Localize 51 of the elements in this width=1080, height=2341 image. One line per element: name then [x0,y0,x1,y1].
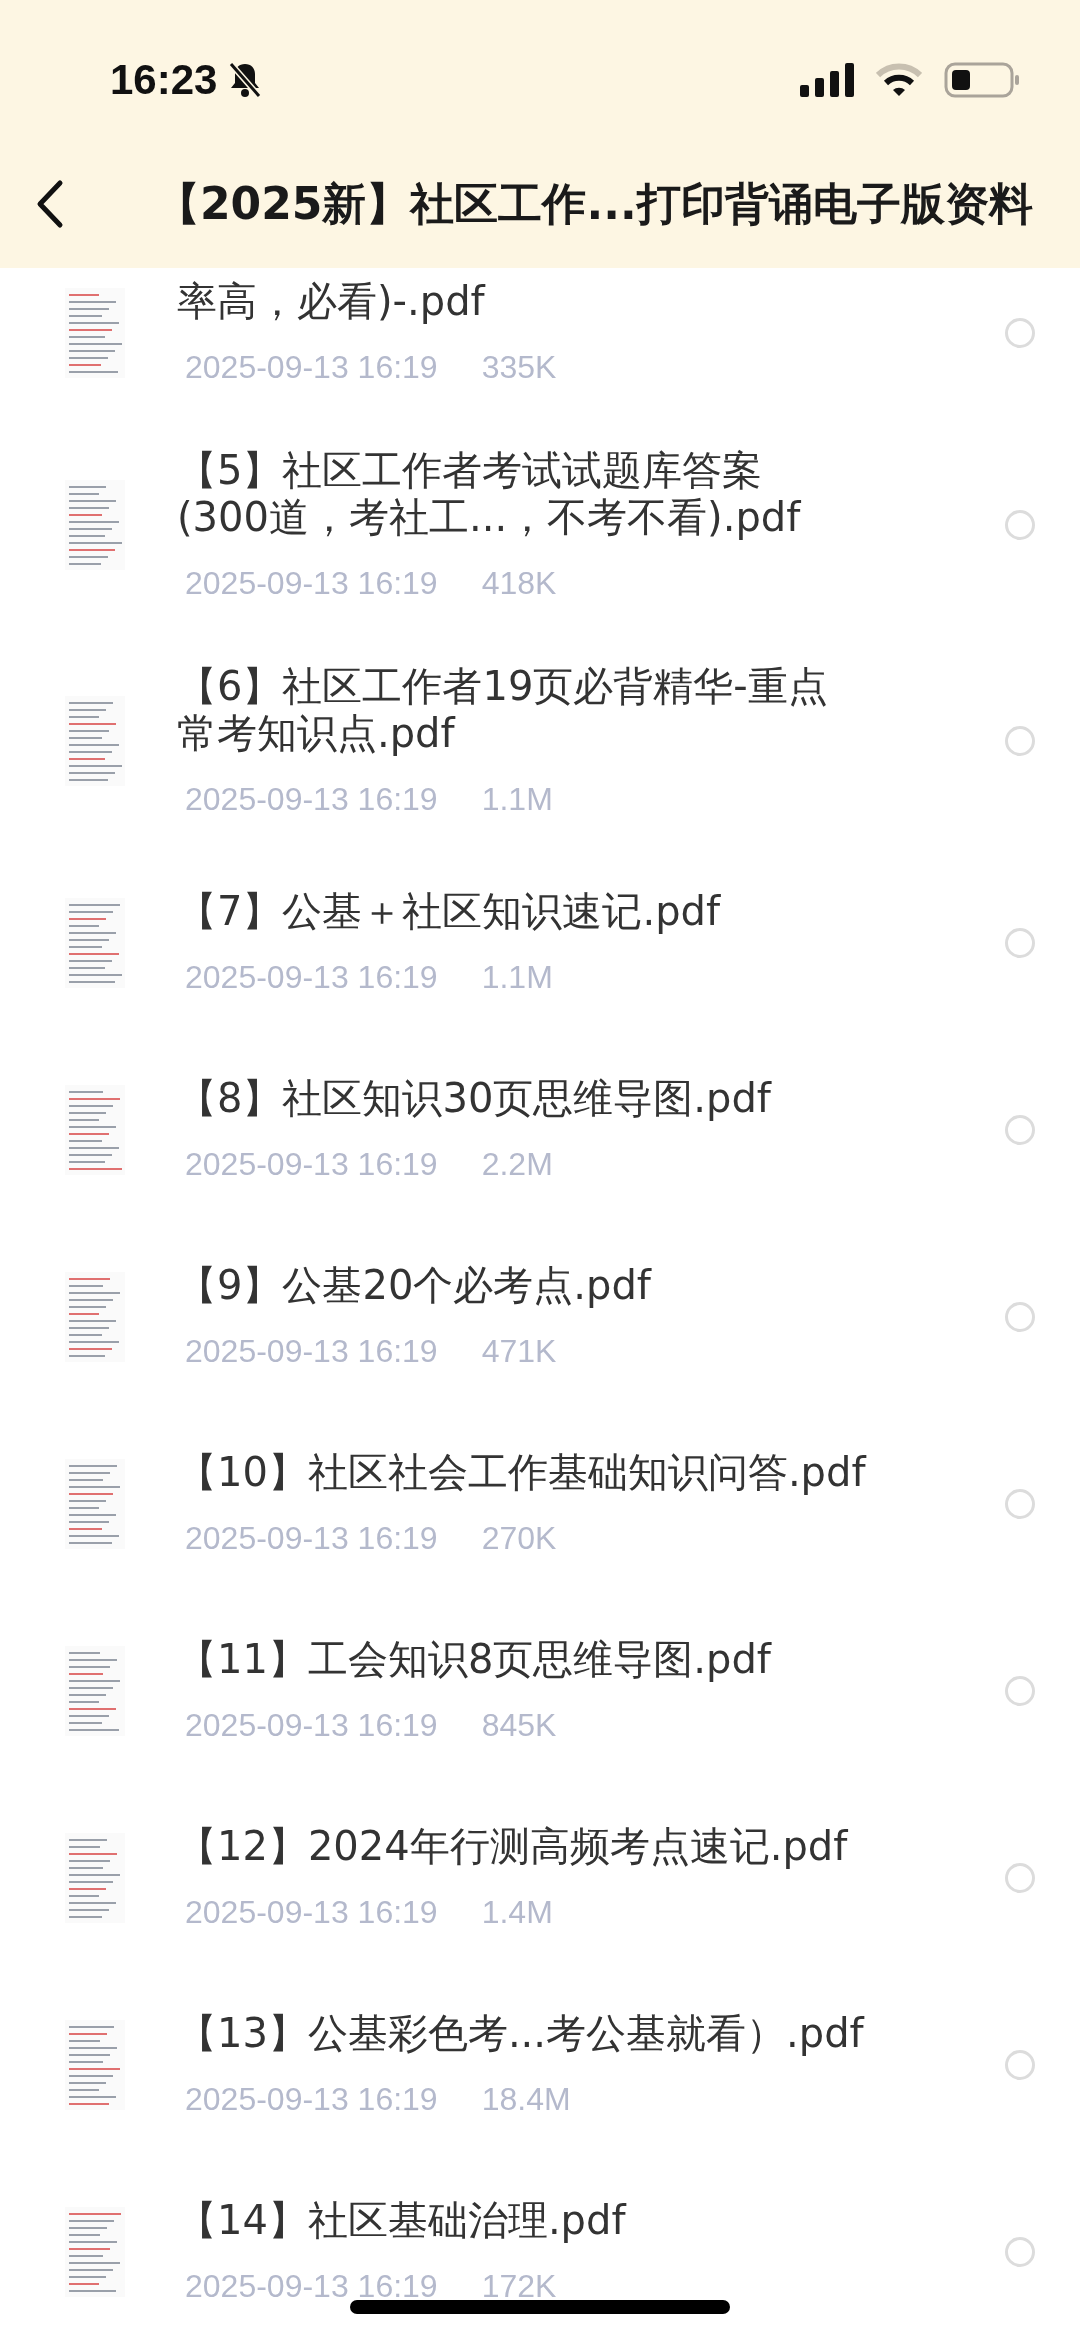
status-time: 16:23 [110,56,218,104]
select-radio[interactable] [1005,2236,1035,2267]
wifi-icon [876,63,922,97]
file-size: 471K [481,1332,557,1371]
file-size: 1.4M [481,1893,553,1932]
file-name[interactable]: 【6】社区工作者19页必背精华-重点 [177,663,828,710]
file-date: 2025-09-13 16:19 [185,348,438,387]
select-radio[interactable] [1005,2049,1035,2080]
signal-icon [800,63,854,97]
file-date: 2025-09-13 16:19 [185,1706,438,1745]
file-size: 1.1M [481,958,553,997]
select-radio[interactable] [1005,1488,1035,1519]
file-date: 2025-09-13 16:19 [185,1332,438,1371]
file-name[interactable]: 【5】社区工作者考试试题库答案 [177,447,763,494]
file-size: 18.4M [481,2080,571,2119]
file-name[interactable]: 【8】社区知识30页思维导图.pdf [177,1075,771,1122]
select-radio[interactable] [1005,1675,1035,1706]
file-name[interactable]: 常考知识点.pdf [177,710,455,757]
file-name[interactable]: 【13】公基彩色考...考公基就看）.pdf [177,2010,864,2057]
file-date: 2025-09-13 16:19 [185,780,438,819]
page-title: 【2025新】社区工作...打印背诵电子版资料 [156,176,1033,231]
battery-icon [944,62,1020,98]
file-date: 2025-09-13 16:19 [185,958,438,997]
file-size: 2.2M [481,1145,553,1184]
file-date: 2025-09-13 16:19 [185,564,438,603]
select-radio[interactable] [1005,1114,1035,1145]
file-size: 418K [481,564,557,603]
file-name[interactable]: 【14】社区基础治理.pdf [177,2197,626,2244]
file-size: 1.1M [481,780,553,819]
file-name[interactable]: (300道，考社工...，不考不看).pdf [177,494,801,541]
file-date: 2025-09-13 16:19 [185,2267,438,2306]
file-date: 2025-09-13 16:19 [185,1145,438,1184]
file-name[interactable]: 【11】工会知识8页思维导图.pdf [177,1636,771,1683]
select-radio[interactable] [1005,317,1035,348]
select-radio[interactable] [1005,1862,1035,1893]
file-date: 2025-09-13 16:19 [185,1519,438,1558]
file-name[interactable]: 【9】公基20个必考点.pdf [177,1262,651,1309]
select-radio[interactable] [1005,726,1035,756]
file-name[interactable]: 【7】公基＋社区知识速记.pdf [177,888,721,935]
select-radio[interactable] [1005,927,1035,958]
select-radio[interactable] [1005,510,1035,540]
file-date: 2025-09-13 16:19 [185,2080,438,2119]
file-date: 2025-09-13 16:19 [185,1893,438,1932]
file-size: 270K [481,1519,557,1558]
file-name[interactable]: 【10】社区社会工作基础知识问答.pdf [177,1449,866,1496]
file-name[interactable]: 【12】2024年行测高频考点速记.pdf [177,1823,848,1870]
file-name[interactable]: 率高，必看)-.pdf [177,278,485,325]
file-size: 335K [481,348,557,387]
file-size: 845K [481,1706,557,1745]
select-radio[interactable] [1005,1301,1035,1332]
file-size: 172K [481,2267,557,2306]
